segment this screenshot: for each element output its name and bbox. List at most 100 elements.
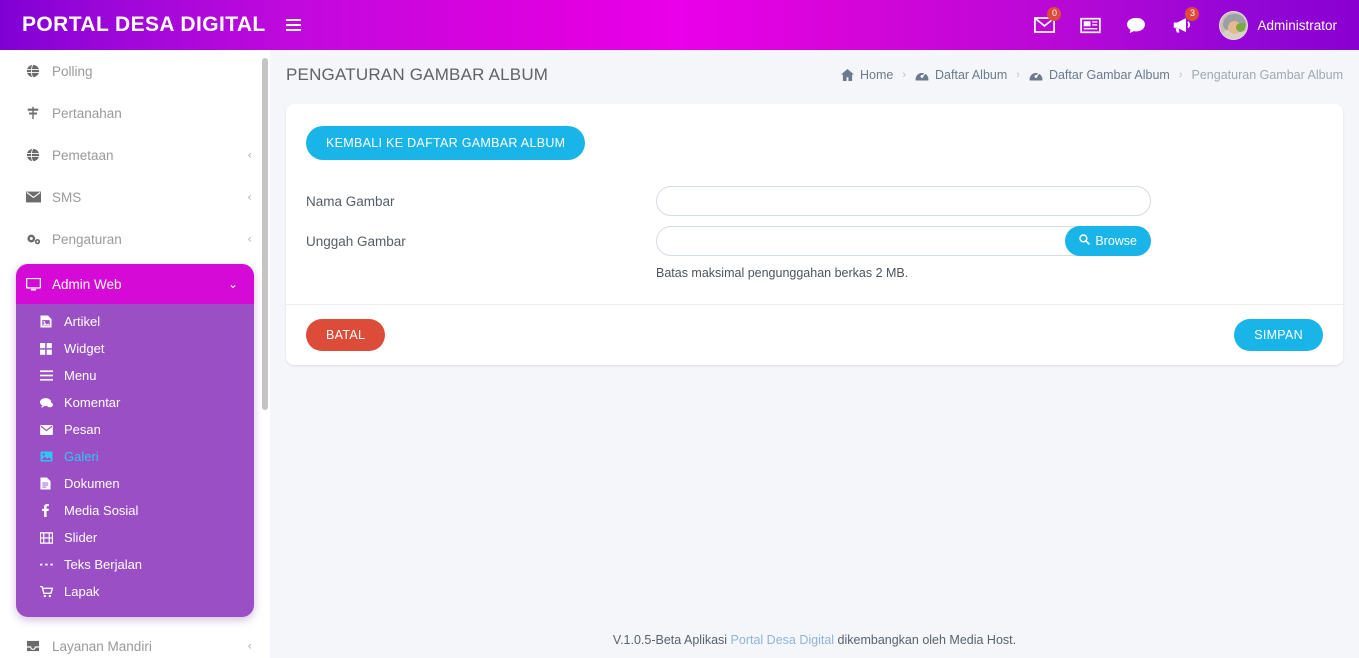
sidebar-item-komentar[interactable]: Komentar — [16, 389, 254, 416]
sidebar-subitem-label: Dokumen — [64, 476, 120, 491]
breadcrumb-label: Home — [860, 68, 894, 82]
file-text-icon — [40, 477, 64, 490]
ellipsis-icon — [40, 562, 64, 567]
breadcrumb-separator: › — [1178, 69, 1183, 81]
facebook-icon — [40, 504, 64, 517]
sidebar-subitem-label: Menu — [64, 368, 97, 383]
breadcrumb-item-home[interactable]: Home — [841, 68, 893, 82]
globe-icon — [26, 148, 52, 162]
chevron-left-icon: ‹ — [247, 639, 252, 653]
form-row-nama-gambar: Nama Gambar — [306, 186, 1323, 216]
sidebar-item-label: Pemetaan — [52, 147, 114, 163]
desktop-icon — [26, 277, 52, 291]
sidebar-item-label: Pengaturan — [52, 231, 122, 247]
breadcrumb-item-current: Pengaturan Gambar Album — [1192, 68, 1343, 82]
shopping-cart-icon — [40, 585, 64, 598]
sidebar-item-label: Layanan Mandiri — [52, 638, 152, 654]
comments-icon — [40, 397, 64, 409]
user-name: Administrator — [1257, 17, 1337, 33]
app-brand: PORTAL DESA DIGITAL — [22, 13, 266, 36]
comment-icon[interactable] — [1113, 0, 1159, 50]
breadcrumb-item-daftar-album[interactable]: Daftar Album — [915, 68, 1007, 82]
sidebar-item-pemetaan[interactable]: Pemetaan ‹ — [0, 134, 270, 176]
topbar-actions: 0 3 Administrator — [1021, 0, 1359, 50]
sidebar-item-polling[interactable]: Polling — [0, 50, 270, 92]
nama-gambar-input[interactable] — [656, 186, 1151, 216]
sidebar-item-galeri[interactable]: Galeri — [16, 443, 254, 470]
file-image-icon — [40, 315, 64, 328]
sidebar-item-media-sosial[interactable]: Media Sosial — [16, 497, 254, 524]
breadcrumb-item-daftar-gambar-album[interactable]: Daftar Gambar Album — [1029, 68, 1170, 82]
sidebar-item-label: Polling — [52, 63, 93, 79]
nama-gambar-label: Nama Gambar — [306, 194, 395, 209]
bullhorn-icon[interactable]: 3 — [1159, 0, 1205, 50]
form-card-body: KEMBALI KE DAFTAR GAMBAR ALBUM Nama Gamb… — [286, 104, 1343, 304]
sidebar-item-pengaturan[interactable]: Pengaturan ‹ — [0, 218, 270, 260]
sidebar-item-label: SMS — [52, 189, 82, 205]
upload-hint: Batas maksimal pengunggahan berkas 2 MB. — [656, 266, 909, 280]
footer-prefix: V.1.0.5-Beta Aplikasi — [612, 633, 731, 647]
sidebar-item-layanan-mandiri[interactable]: Layanan Mandiri ‹ — [0, 625, 270, 658]
breadcrumb-separator: › — [902, 69, 907, 81]
envelope-icon — [40, 424, 64, 435]
sidebar-item-widget[interactable]: Widget — [16, 335, 254, 362]
sidebar-item-artikel[interactable]: Artikel — [16, 308, 254, 335]
browse-button[interactable]: Browse — [1065, 226, 1151, 256]
sidebar-subitem-label: Komentar — [64, 395, 121, 410]
th-large-icon — [40, 342, 64, 355]
sidebar-item-admin-web[interactable]: Admin Web ⌄ — [16, 264, 254, 304]
sidebar-subitem-label: Teks Berjalan — [64, 557, 143, 572]
sidebar-subitem-label: Lapak — [64, 584, 100, 599]
form-card-footer: BATAL SIMPAN — [286, 304, 1343, 365]
unggah-gambar-label: Unggah Gambar — [306, 234, 406, 249]
avatar — [1219, 10, 1249, 40]
hamburger-icon[interactable] — [278, 10, 308, 40]
bars-icon — [40, 370, 64, 381]
content-header: PENGATURAN GAMBAR ALBUM Home › Daftar Al… — [270, 50, 1359, 100]
envelope-badge: 0 — [1047, 7, 1062, 21]
chevron-left-icon: ‹ — [247, 232, 252, 246]
sidebar-submenu: Artikel Widget Menu Komentar Pesan Galer… — [16, 304, 254, 617]
breadcrumb: Home › Daftar Album › Daftar Gambar Albu… — [841, 68, 1343, 82]
sidebar-scrollbar[interactable] — [262, 58, 268, 410]
sidebar-item-teks-berjalan[interactable]: Teks Berjalan — [16, 551, 254, 578]
signpost-icon — [26, 106, 52, 120]
sidebar-item-slider[interactable]: Slider — [16, 524, 254, 551]
back-to-album-list-button[interactable]: KEMBALI KE DAFTAR GAMBAR ALBUM — [306, 126, 586, 160]
sidebar-item-sms[interactable]: SMS ‹ — [0, 176, 270, 218]
user-menu[interactable]: Administrator — [1205, 0, 1343, 50]
form-row-unggah-gambar: Unggah Gambar Browse Batas maksimal peng… — [306, 226, 1323, 280]
cancel-button[interactable]: BATAL — [306, 319, 386, 351]
footer-link[interactable]: Portal Desa Digital — [731, 633, 835, 647]
sidebar-subitem-label: Widget — [64, 341, 105, 356]
sidebar-subitem-label: Slider — [64, 530, 98, 545]
form-card: KEMBALI KE DAFTAR GAMBAR ALBUM Nama Gamb… — [286, 104, 1343, 365]
sidebar-group-admin-web: Admin Web ⌄ Artikel Widget Menu Komentar… — [16, 264, 254, 617]
sidebar-item-pesan[interactable]: Pesan — [16, 416, 254, 443]
film-icon — [40, 531, 64, 544]
footer: V.1.0.5-Beta Aplikasi Portal Desa Digita… — [270, 622, 1359, 658]
search-icon — [1079, 234, 1091, 248]
sidebar-item-dokumen[interactable]: Dokumen — [16, 470, 254, 497]
page-title: PENGATURAN GAMBAR ALBUM — [286, 65, 549, 84]
breadcrumb-label: Daftar Gambar Album — [1048, 68, 1170, 82]
envelope-icon[interactable]: 0 — [1021, 0, 1067, 50]
sidebar-subitem-label: Galeri — [64, 449, 99, 464]
newspaper-icon[interactable] — [1067, 0, 1113, 50]
top-navbar: PORTAL DESA DIGITAL 0 3 Administrator — [0, 0, 1359, 50]
breadcrumb-separator: › — [1016, 69, 1020, 81]
globe-icon — [26, 64, 52, 78]
gears-icon — [26, 232, 52, 246]
chevron-left-icon: ‹ — [247, 190, 252, 204]
dashboard-icon — [915, 70, 929, 81]
browse-label: Browse — [1095, 234, 1137, 248]
home-icon — [841, 69, 854, 81]
sidebar-item-lapak[interactable]: Lapak — [16, 578, 254, 605]
sidebar-item-menu[interactable]: Menu — [16, 362, 254, 389]
sidebar-item-pertanahan[interactable]: Pertanahan — [0, 92, 270, 134]
dashboard-icon — [1029, 70, 1043, 81]
save-button[interactable]: SIMPAN — [1234, 319, 1323, 351]
sidebar-subitem-label: Pesan — [64, 422, 101, 437]
form: Nama Gambar Unggah Gambar Browse Batas m… — [306, 186, 1323, 280]
chevron-down-icon: ⌄ — [227, 277, 238, 291]
